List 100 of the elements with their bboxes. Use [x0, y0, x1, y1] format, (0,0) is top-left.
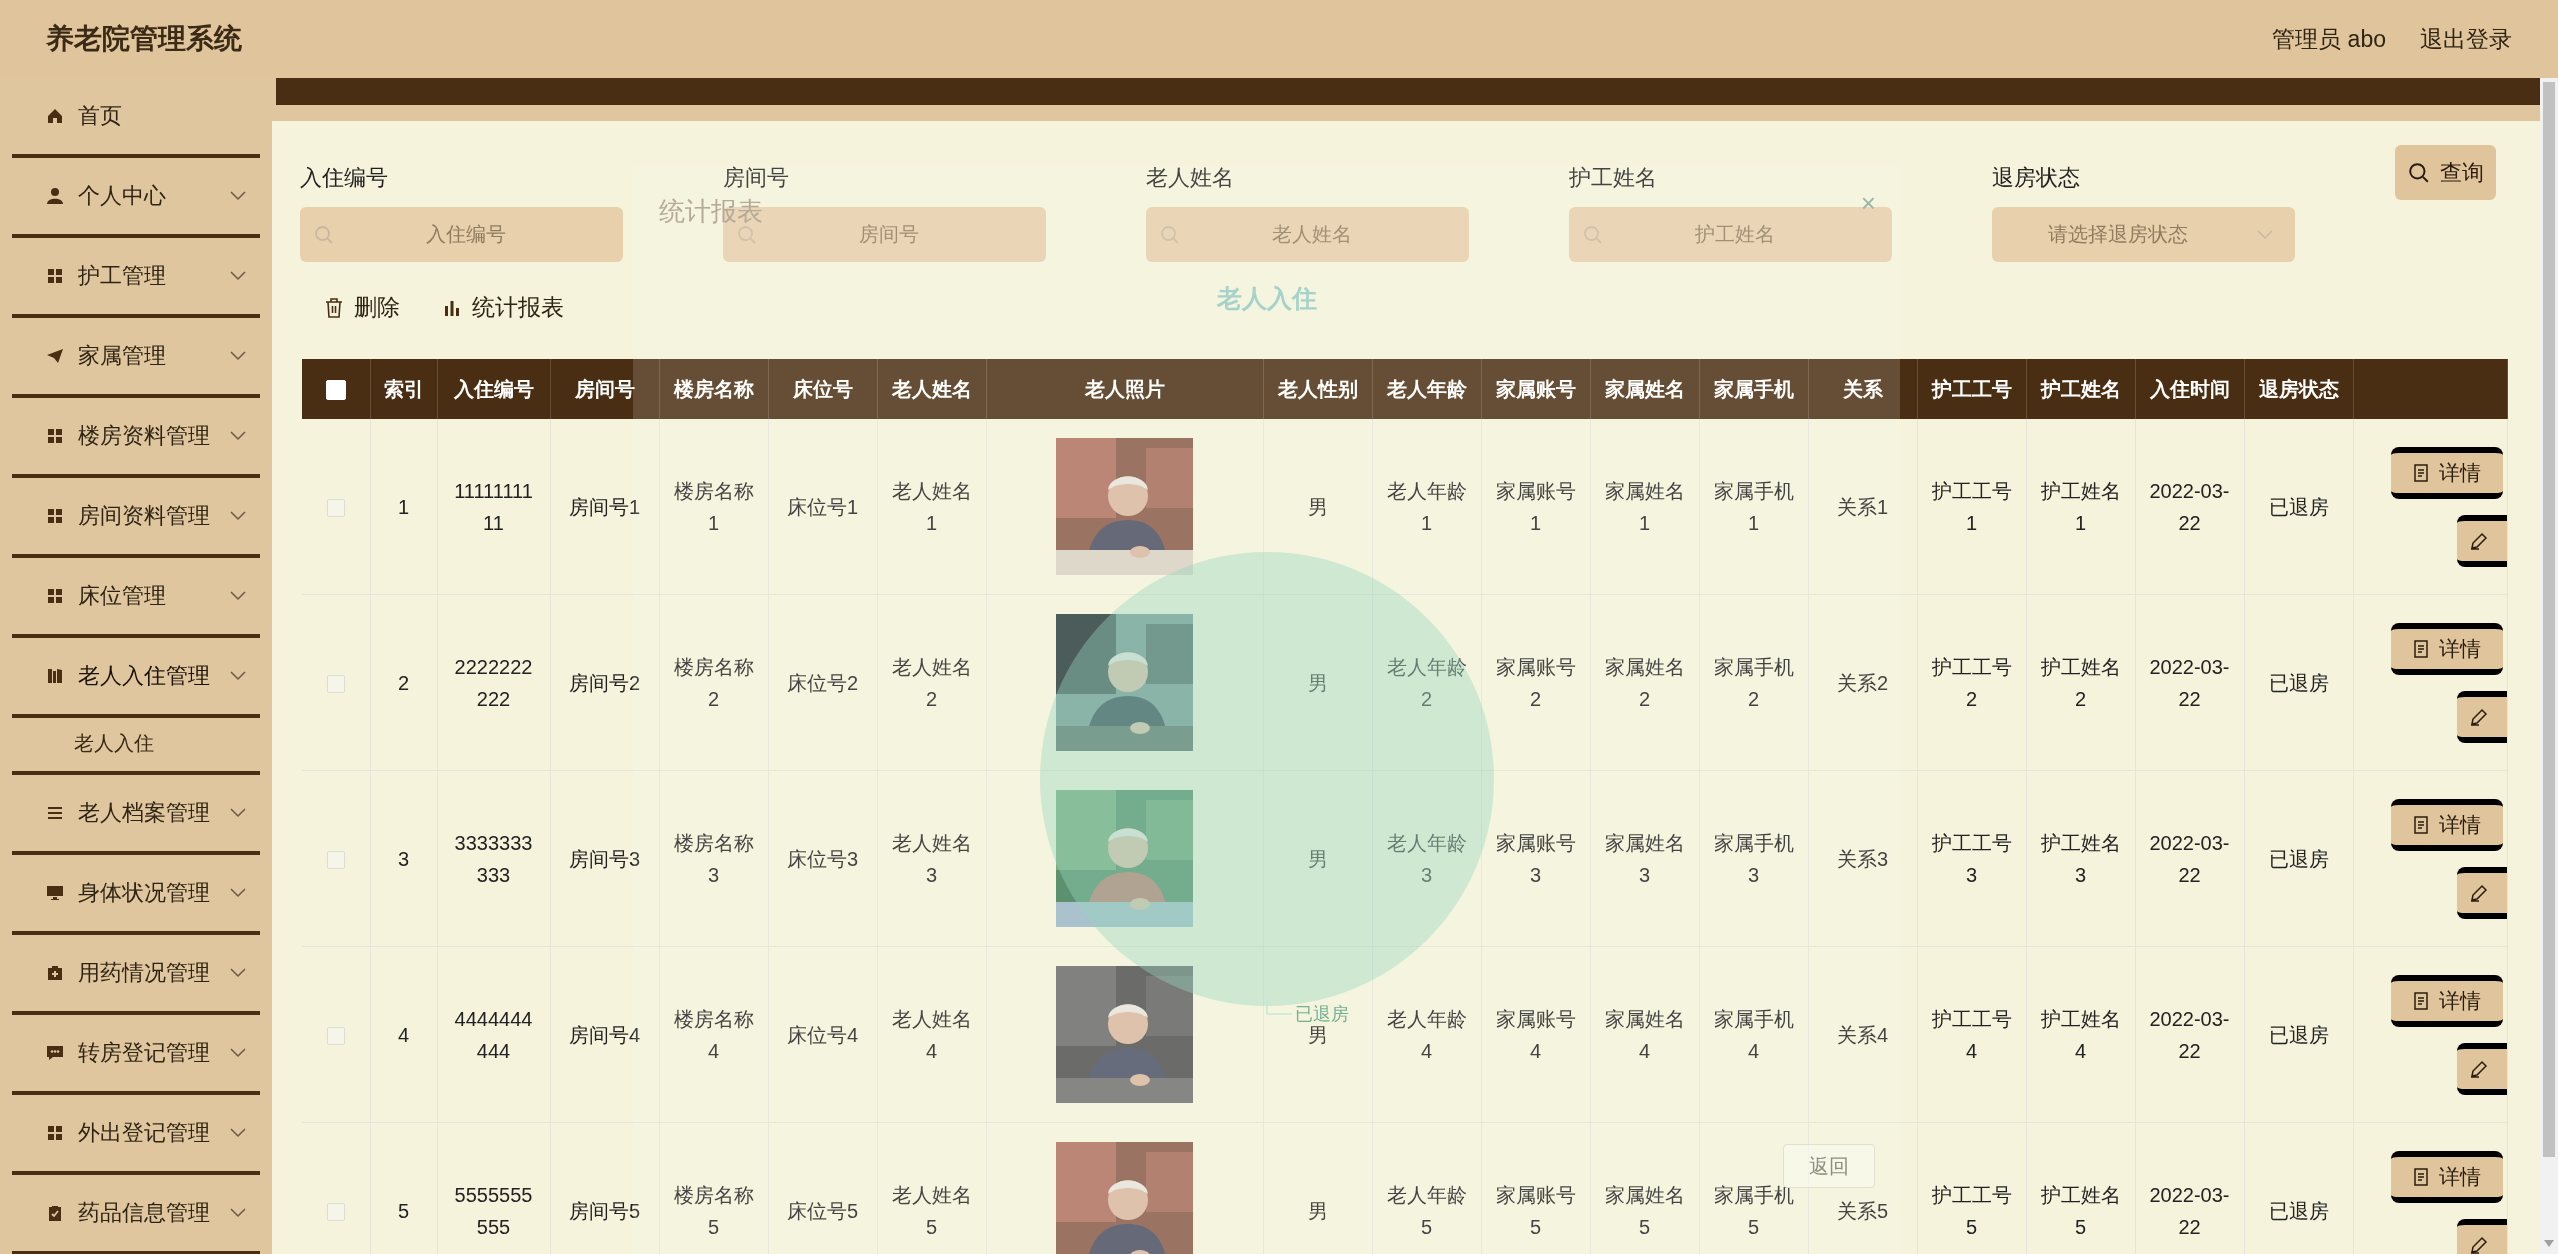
- menu-item[interactable]: 身体状况管理: [0, 855, 272, 931]
- menu-item[interactable]: 首页: [0, 78, 272, 154]
- document-icon: [2412, 463, 2429, 482]
- table-cell: 关系4: [1808, 946, 1917, 1123]
- table-cell: 4444444444: [437, 946, 550, 1123]
- table-cell: 关系2: [1808, 594, 1917, 771]
- table-cell: 护工工号3: [1917, 770, 2026, 947]
- table-cell: 2022-03-22: [2135, 419, 2244, 595]
- detail-button[interactable]: 详情: [2390, 1150, 2503, 1203]
- user-icon: [46, 187, 64, 205]
- table-cell: 家属账号3: [1481, 770, 1590, 947]
- menu-item[interactable]: 楼房资料管理: [0, 398, 272, 474]
- table-cell: 1111111111: [437, 419, 550, 595]
- table-cell: 老人年龄5: [1372, 1122, 1481, 1254]
- menu-item[interactable]: 房间资料管理: [0, 478, 272, 554]
- detail-button[interactable]: 详情: [2390, 622, 2503, 675]
- scroll-down-arrow-icon[interactable]: [2544, 1240, 2554, 1248]
- table-cell: 老人姓名5: [877, 1122, 986, 1254]
- pencil-icon: [2468, 882, 2489, 903]
- logout-link[interactable]: 退出登录: [2420, 23, 2512, 55]
- monitor-icon: [46, 884, 64, 902]
- edit-button[interactable]: [2456, 514, 2506, 567]
- detail-button[interactable]: 详情: [2390, 446, 2503, 499]
- table-cell: 家属姓名5: [1590, 1122, 1699, 1254]
- table-cell: 男: [1263, 770, 1372, 947]
- table-cell: 护工姓名2: [2026, 594, 2135, 771]
- edit-button[interactable]: [2456, 690, 2506, 743]
- table-cell: 家属手机5: [1699, 1122, 1808, 1254]
- table-cell: 2022-03-22: [2135, 1122, 2244, 1254]
- checkbox[interactable]: [326, 1027, 345, 1046]
- table-cell: 家属姓名3: [1590, 770, 1699, 947]
- toolbar-button[interactable]: 删除: [320, 292, 404, 323]
- menu-item[interactable]: 用药情况管理: [0, 935, 272, 1011]
- menu-item[interactable]: 个人中心: [0, 158, 272, 234]
- table-cell: 家属姓名1: [1590, 419, 1699, 595]
- checkbox[interactable]: [326, 1203, 345, 1222]
- scrollbar[interactable]: [2540, 78, 2558, 1254]
- table-cell: 已退房: [2244, 946, 2353, 1123]
- field-label: 房间号: [723, 164, 790, 192]
- menu-item[interactable]: 老人入住管理: [0, 638, 272, 714]
- table-cell: 已退房: [2244, 419, 2353, 595]
- chevron-down-icon: [230, 968, 246, 978]
- detail-button[interactable]: 详情: [2390, 974, 2503, 1027]
- table-cell: 护工工号2: [1917, 594, 2026, 771]
- table-cell: 房间号4: [550, 946, 659, 1123]
- column-header: 老人姓名: [877, 359, 986, 419]
- field-label: 护工姓名: [1569, 164, 1658, 192]
- search-icon: [1583, 224, 1603, 245]
- column-header: 老人年龄: [1372, 359, 1481, 419]
- edit-button[interactable]: [2456, 1042, 2506, 1095]
- menu-item[interactable]: 床位管理: [0, 558, 272, 634]
- menu-item[interactable]: 外出登记管理: [0, 1095, 272, 1171]
- query-button[interactable]: 查询: [2395, 145, 2496, 200]
- grid-icon: [46, 587, 64, 605]
- column-header: 护工工号: [1917, 359, 2026, 419]
- field-label: 退房状态: [1992, 164, 2081, 192]
- books-icon: [46, 667, 64, 685]
- menu-item[interactable]: 药品信息管理: [0, 1175, 272, 1251]
- menu-item[interactable]: 家属管理: [0, 318, 272, 394]
- menu-item[interactable]: 老人档案管理: [0, 775, 272, 851]
- checkbox[interactable]: [326, 499, 345, 518]
- table-cell: 已退房: [2244, 594, 2353, 771]
- column-header: 楼房名称: [659, 359, 768, 419]
- table-cell: 床位号1: [768, 419, 877, 595]
- pencil-icon: [2468, 530, 2489, 551]
- column-header: 护工姓名: [2026, 359, 2135, 419]
- table-cell: 老人年龄2: [1372, 594, 1481, 771]
- grid-icon: [46, 507, 64, 525]
- table-cell: 2022-03-22: [2135, 770, 2244, 947]
- table-cell: 5: [370, 1122, 437, 1254]
- menu-item[interactable]: 转房登记管理: [0, 1015, 272, 1091]
- grid-icon: [46, 267, 64, 285]
- checkbox[interactable]: [326, 675, 345, 694]
- chevron-down-icon: [230, 351, 246, 361]
- detail-button[interactable]: 详情: [2390, 798, 2503, 851]
- chevron-down-icon: [230, 1208, 246, 1218]
- table-cell: 楼房名称4: [659, 946, 768, 1123]
- chevron-down-icon: [230, 511, 246, 521]
- table-cell: 房间号5: [550, 1122, 659, 1254]
- table-cell: 男: [1263, 419, 1372, 595]
- grid-icon: [46, 1124, 64, 1142]
- field-label: 老人姓名: [1146, 164, 1235, 192]
- clipboard-icon: [46, 1204, 64, 1222]
- table-cell: 3333333333: [437, 770, 550, 947]
- search-icon: [314, 224, 334, 245]
- edit-button[interactable]: [2456, 866, 2506, 919]
- table-cell: 护工姓名1: [2026, 419, 2135, 595]
- table-cell: 已退房: [2244, 770, 2353, 947]
- leader-line: [1266, 1000, 1292, 1015]
- grid-icon: [46, 427, 64, 445]
- table-cell: 护工姓名3: [2026, 770, 2135, 947]
- submenu-item[interactable]: 老人入住: [0, 718, 272, 771]
- column-header: 老人性别: [1263, 359, 1372, 419]
- search-icon: [2407, 161, 2430, 184]
- toolbar-button[interactable]: 统计报表: [438, 292, 568, 323]
- table-cell: 3: [370, 770, 437, 947]
- column-header: 索引: [370, 359, 437, 419]
- home-icon: [46, 107, 64, 125]
- checkbox[interactable]: [326, 851, 345, 870]
- menu-item[interactable]: 护工管理: [0, 238, 272, 314]
